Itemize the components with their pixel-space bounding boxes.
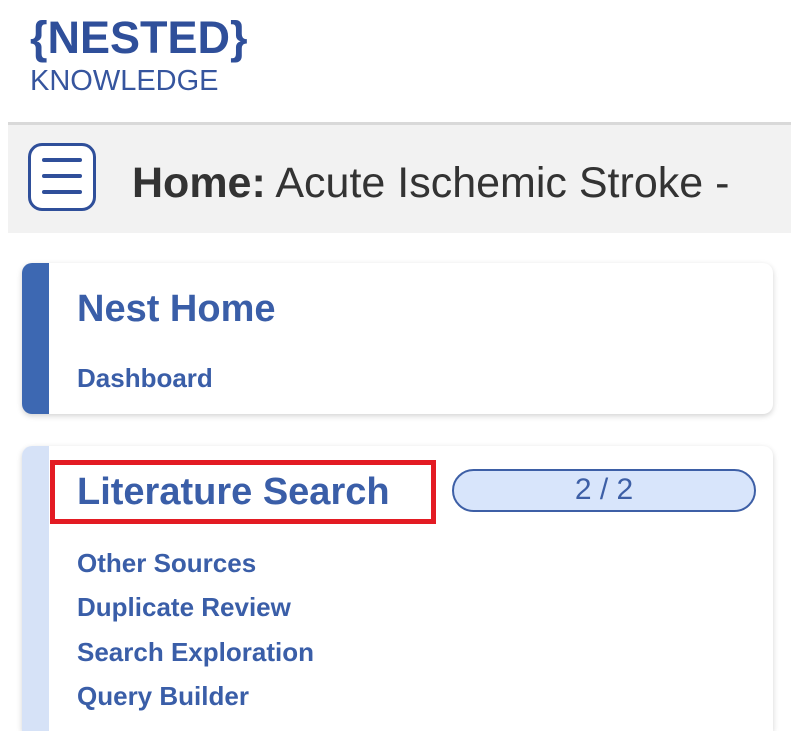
literature-search-accent-bar — [22, 446, 49, 731]
hamburger-menu-button[interactable] — [28, 143, 96, 211]
logo-wordmark-bottom: KNOWLEDGE — [30, 65, 219, 97]
search-exploration-link[interactable]: Search Exploration — [77, 637, 314, 667]
nest-home-accent-bar — [22, 263, 49, 414]
logo-wordmark-top: {NESTED} — [30, 12, 248, 63]
other-sources-link[interactable]: Other Sources — [77, 548, 256, 578]
literature-search-progress-badge: 2 / 2 — [452, 469, 756, 512]
dashboard-link[interactable]: Dashboard — [77, 363, 213, 393]
duplicate-review-link[interactable]: Duplicate Review — [77, 592, 291, 622]
page-title-prefix: Home: — [132, 159, 266, 207]
page-title-text: Acute Ischemic Stroke - — [275, 159, 730, 207]
page-title: Home: Acute Ischemic Stroke - — [132, 158, 729, 208]
query-builder-link[interactable]: Query Builder — [77, 681, 249, 711]
nest-home-title[interactable]: Nest Home — [77, 287, 276, 331]
nest-home-card: Nest Home Dashboard — [22, 263, 773, 414]
nested-knowledge-logo: {NESTED} KNOWLEDGE — [30, 12, 248, 96]
literature-search-highlight-box — [50, 460, 436, 524]
